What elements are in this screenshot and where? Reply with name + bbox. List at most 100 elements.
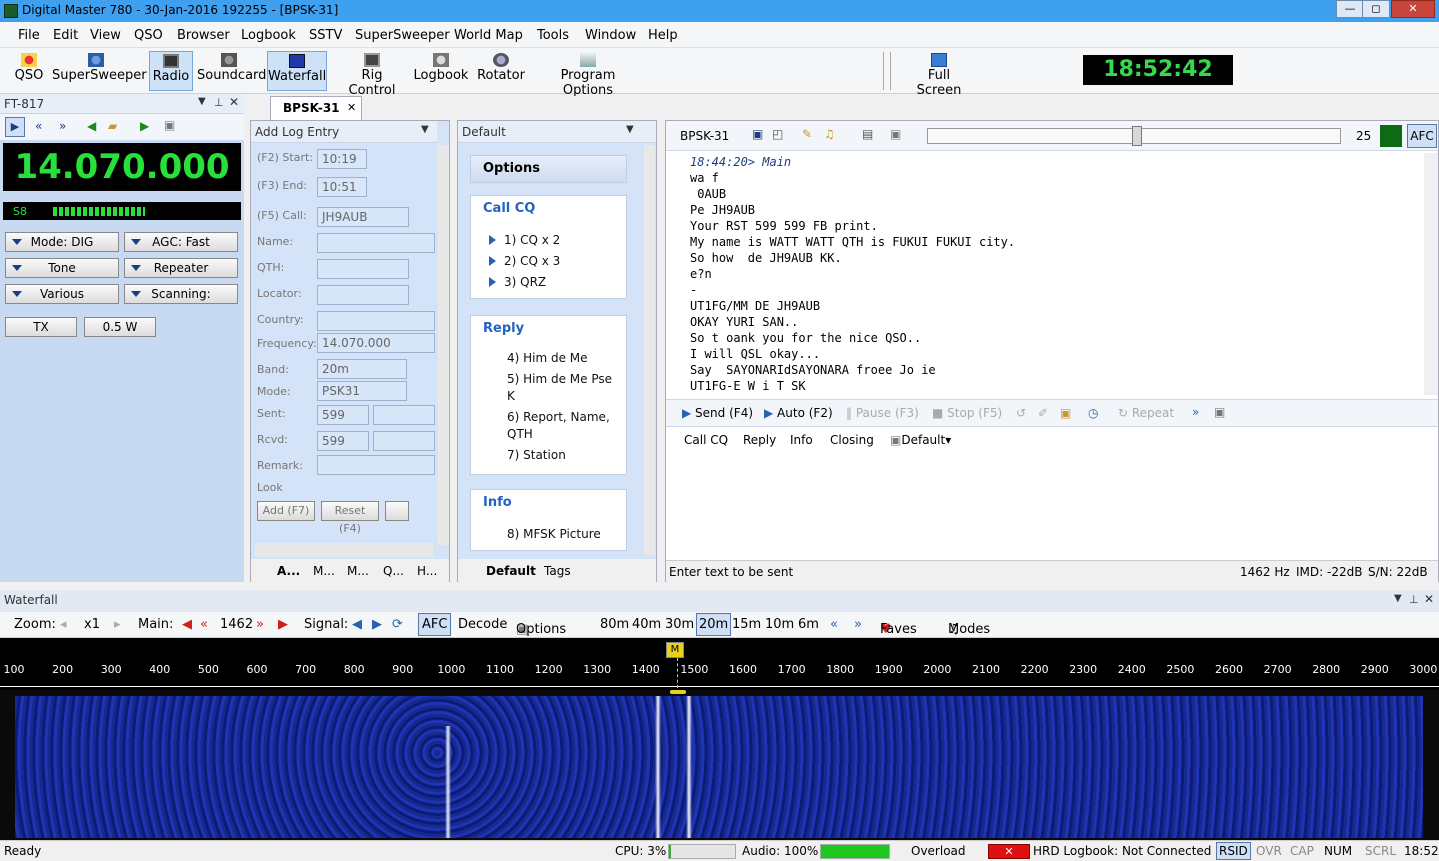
undo-icon[interactable]: ↺ xyxy=(1016,406,1026,420)
signal-left-icon[interactable]: ◀ xyxy=(352,617,362,632)
menu-window[interactable]: Window xyxy=(585,28,636,43)
rx-scrollbar[interactable] xyxy=(1424,153,1438,395)
slider-thumb[interactable] xyxy=(1132,126,1142,146)
rig-control-button[interactable]: Rig Control xyxy=(337,51,407,98)
band-30m[interactable]: 30m xyxy=(665,617,694,632)
remark-input[interactable] xyxy=(317,455,435,475)
back-icon[interactable]: ◀ xyxy=(87,119,96,133)
macro-scrollbar[interactable] xyxy=(644,145,655,555)
macro-qrz[interactable]: 3) QRZ xyxy=(489,274,546,291)
menu-browser[interactable]: Browser xyxy=(177,28,230,43)
band-40m[interactable]: 40m xyxy=(632,617,661,632)
more-icon[interactable]: » xyxy=(1192,405,1199,419)
macro-callcq[interactable]: Call CQ xyxy=(684,433,728,447)
menu-help[interactable]: Help xyxy=(648,28,678,43)
macro-cq-x3[interactable]: 2) CQ x 3 xyxy=(489,253,560,270)
tab-h[interactable]: H... xyxy=(417,564,437,578)
panel-menu-icon[interactable]: ▼ xyxy=(198,96,206,107)
macro-reply[interactable]: Reply xyxy=(743,433,776,447)
macro-him-de-me-pse-k[interactable]: K xyxy=(507,388,515,405)
mode-selector[interactable]: BPSK-31 xyxy=(680,129,729,143)
menu-tools[interactable]: Tools xyxy=(537,28,569,43)
main-rewind-icon[interactable]: « xyxy=(200,617,208,632)
tab-m2[interactable]: M... xyxy=(347,564,369,578)
band-20m[interactable]: 20m xyxy=(696,613,732,636)
send-button[interactable]: ▶ Send (F4) xyxy=(682,406,753,420)
options-section[interactable]: Options xyxy=(470,155,627,183)
waterfall-button[interactable]: Waterfall xyxy=(267,51,327,91)
repeater-dropdown[interactable]: Repeater xyxy=(124,258,238,278)
panel-menu-icon[interactable]: ▼ xyxy=(421,124,429,135)
zoom-value[interactable]: x1 xyxy=(84,617,100,632)
agc-dropdown[interactable]: AGC: Fast xyxy=(124,232,238,252)
start-time-input[interactable]: 10:19 xyxy=(317,149,367,169)
tab-q[interactable]: Q... xyxy=(383,564,404,578)
info-header[interactable]: Info xyxy=(471,490,626,516)
macro-report-qth[interactable]: QTH xyxy=(507,426,533,443)
tab-bpsk31[interactable]: BPSK-31 ✕ xyxy=(270,96,362,120)
tone-dropdown[interactable]: Tone xyxy=(5,258,119,278)
repeat-button[interactable]: ↻ Repeat xyxy=(1118,406,1174,420)
band-select[interactable]: 20m xyxy=(317,359,407,379)
tab-default[interactable]: Default xyxy=(486,564,536,578)
auto-button[interactable]: ▶ Auto (F2) xyxy=(764,406,833,420)
macro-mfsk-picture[interactable]: 8) MFSK Picture xyxy=(507,526,601,543)
log-scrollbar[interactable] xyxy=(438,145,449,545)
macro-closing[interactable]: Closing xyxy=(830,433,874,447)
layout-icon[interactable]: ▤ xyxy=(862,127,873,141)
band-next-icon[interactable]: » xyxy=(854,617,862,632)
frequency-input[interactable]: 14.070.000 xyxy=(317,333,435,353)
mode-select[interactable]: PSK31 xyxy=(317,381,407,401)
menu-world-map[interactable]: World Map xyxy=(454,28,523,43)
band-10m[interactable]: 10m xyxy=(765,617,794,632)
maximize-button[interactable]: ◻ xyxy=(1362,0,1390,18)
zoom-left-icon[interactable]: ◂ xyxy=(60,617,67,632)
afc-toggle[interactable]: AFC xyxy=(1407,124,1437,148)
menu-supersweeper[interactable]: SuperSweeper xyxy=(355,28,450,43)
rotator-button[interactable]: Rotator xyxy=(476,51,526,91)
main-marker[interactable]: M xyxy=(666,642,684,658)
reply-header[interactable]: Reply xyxy=(471,316,626,342)
next-icon[interactable]: ▶ xyxy=(140,119,149,133)
band-prev-icon[interactable]: « xyxy=(830,617,838,632)
band-80m[interactable]: 80m xyxy=(600,617,629,632)
reset-button[interactable]: Reset (F4) xyxy=(321,501,379,535)
tuning-indicator[interactable] xyxy=(670,690,686,694)
lookup-icon[interactable] xyxy=(385,501,409,521)
scanning-dropdown[interactable]: Scanning: xyxy=(124,284,238,304)
qth-input[interactable] xyxy=(317,259,409,279)
rsid-toggle[interactable]: RSID xyxy=(1216,842,1251,860)
panel-close-icon[interactable]: ✕ xyxy=(229,95,239,109)
macro-default-dropdown[interactable]: ▣Default▾ xyxy=(890,433,951,447)
band-6m[interactable]: 6m xyxy=(798,617,819,632)
macro-him-de-me[interactable]: 4) Him de Me xyxy=(507,350,588,367)
main-value[interactable]: 1462 xyxy=(220,617,253,632)
rcvd-select[interactable]: 599 xyxy=(317,431,369,451)
full-screen-button[interactable]: Full Screen xyxy=(905,51,973,98)
menu-file[interactable]: File xyxy=(18,28,40,43)
call-input[interactable]: JH9AUB xyxy=(317,207,409,227)
minimize-button[interactable]: — xyxy=(1336,0,1364,18)
macro-info[interactable]: Info xyxy=(790,433,813,447)
lock-icon[interactable]: ▣ xyxy=(1060,406,1071,420)
settings-icon[interactable]: ▣ xyxy=(164,118,175,132)
various-dropdown[interactable]: Various xyxy=(5,284,119,304)
main-right-icon[interactable]: ▶ xyxy=(278,617,288,632)
log-h-scrollbar[interactable] xyxy=(255,543,433,557)
tab-a[interactable]: A... xyxy=(277,564,300,578)
frequency-display[interactable]: 14.070.000 xyxy=(3,143,241,191)
play-icon[interactable]: ▶ xyxy=(5,117,25,137)
macro-report[interactable]: 6) Report, Name, xyxy=(507,409,610,426)
preview-icon[interactable]: ◰ xyxy=(772,127,783,141)
save-icon[interactable]: ▣ xyxy=(752,127,763,141)
pin-icon[interactable]: ⊥ xyxy=(214,96,224,109)
level-slider[interactable] xyxy=(927,126,1341,146)
end-time-input[interactable]: 10:51 xyxy=(317,177,367,197)
callcq-header[interactable]: Call CQ xyxy=(471,196,626,222)
locator-input[interactable] xyxy=(317,285,409,305)
panel-menu-icon[interactable]: ▼ xyxy=(626,124,634,135)
country-input[interactable] xyxy=(317,311,435,331)
settings-icon[interactable]: ▣ xyxy=(890,127,901,141)
signal-right-icon[interactable]: ▶ xyxy=(372,617,382,632)
menu-qso[interactable]: QSO xyxy=(134,28,163,43)
